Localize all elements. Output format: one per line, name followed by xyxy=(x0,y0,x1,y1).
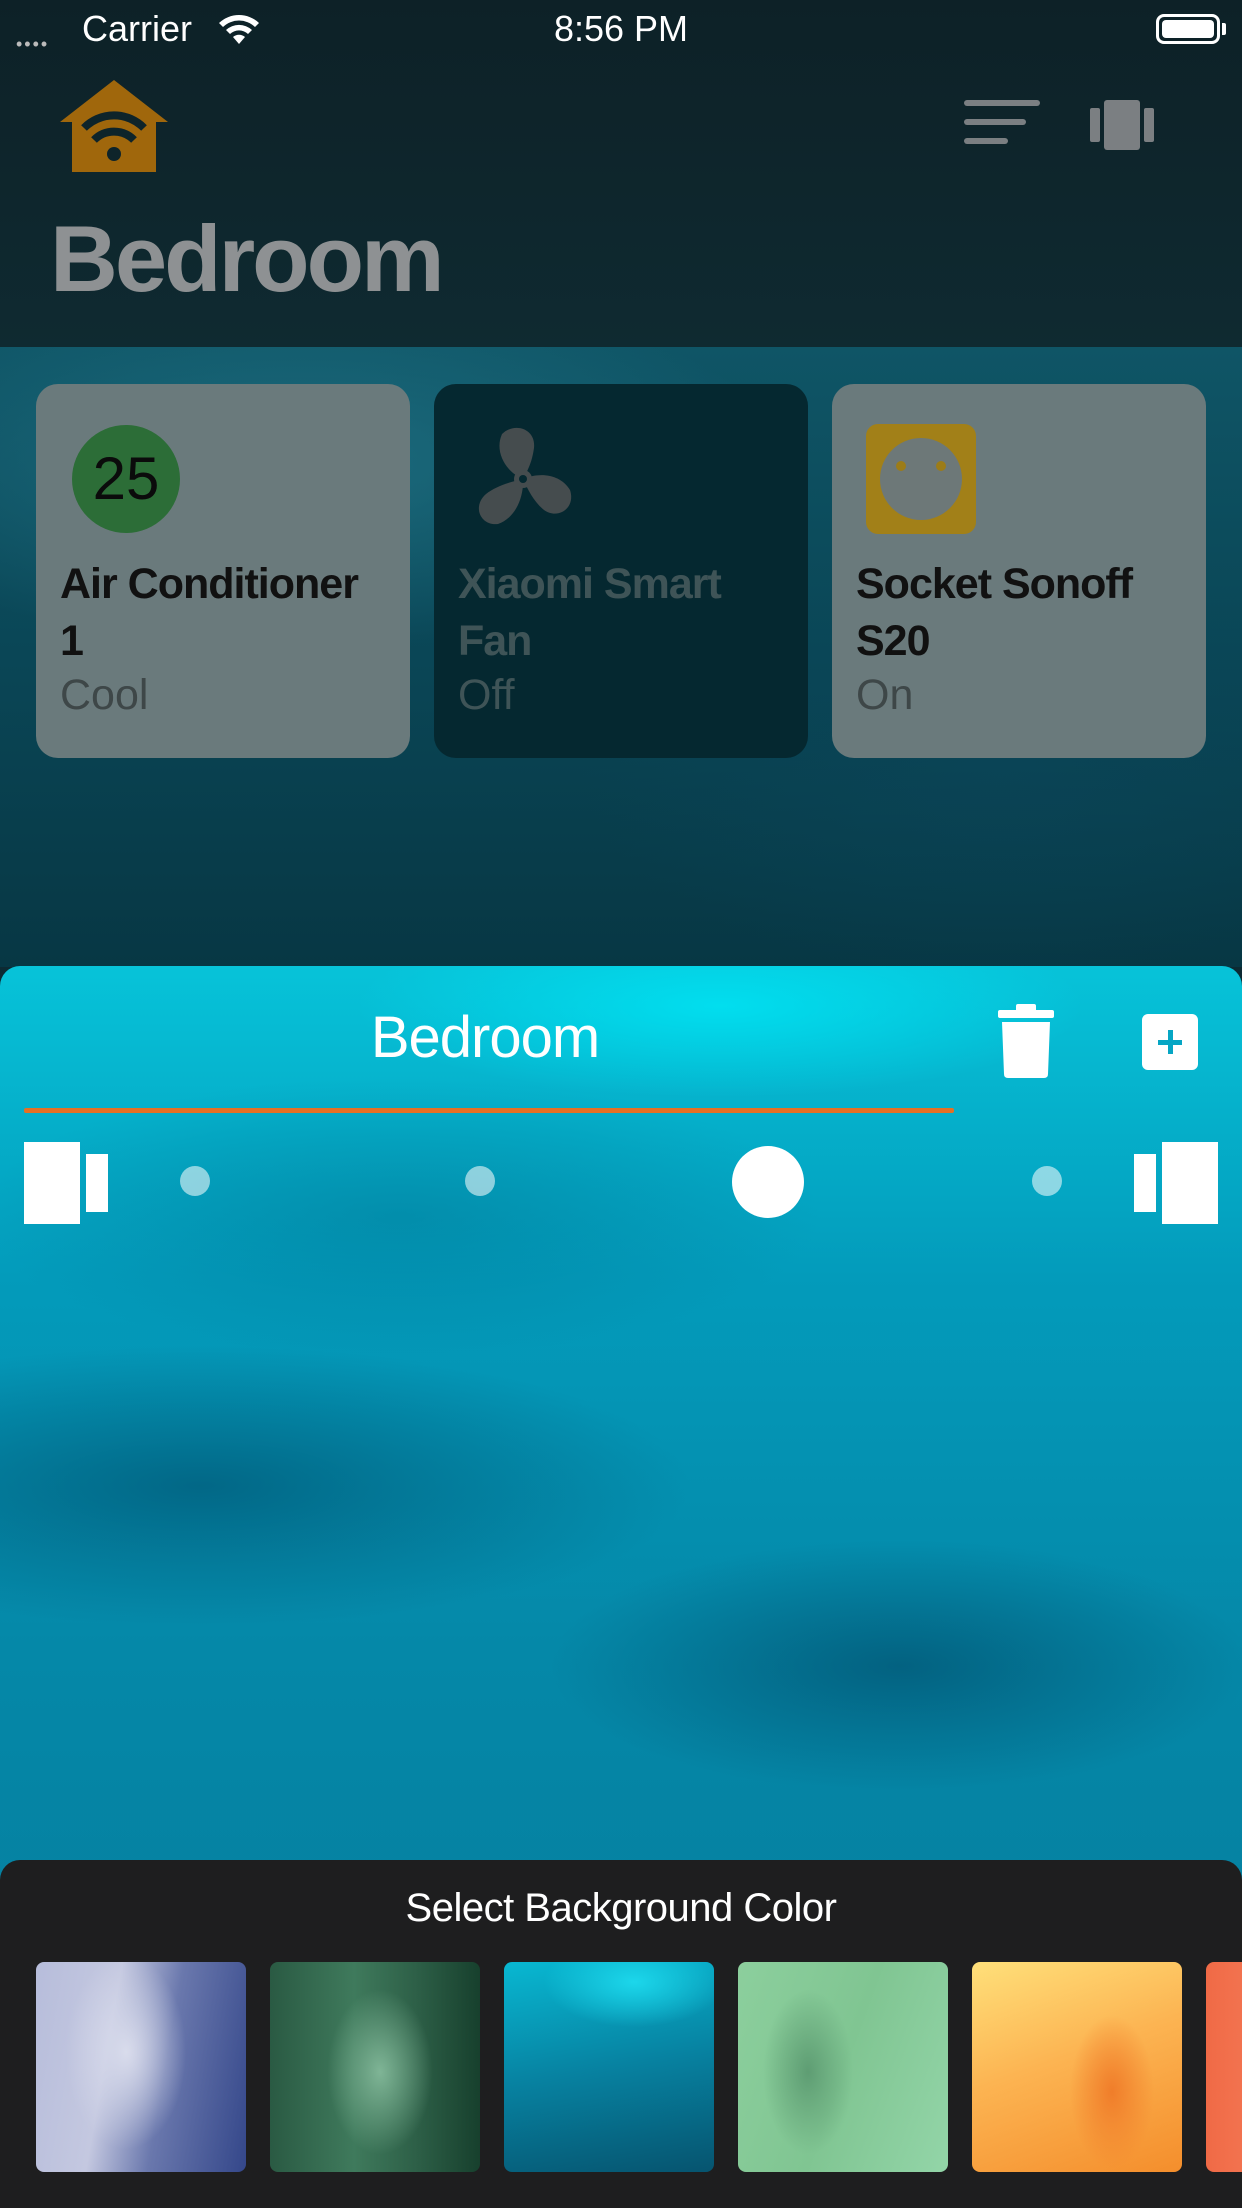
swatch-light-green[interactable] xyxy=(738,1962,948,2172)
add-button[interactable] xyxy=(1142,1014,1198,1070)
battery-tip xyxy=(1222,23,1226,35)
align-right-icon[interactable] xyxy=(1134,1142,1218,1224)
page-dot-2[interactable] xyxy=(465,1166,495,1196)
swatch-teal[interactable] xyxy=(504,1962,714,2172)
device-state: Off xyxy=(458,671,515,719)
page-dot-1[interactable] xyxy=(180,1166,210,1196)
sort-icon[interactable] xyxy=(964,100,1040,152)
socket-icon xyxy=(866,424,976,534)
device-card-fan[interactable]: Xiaomi Smart Fan Off xyxy=(434,384,808,758)
fan-icon xyxy=(478,427,572,525)
room-name-field[interactable]: Bedroom xyxy=(0,1004,970,1071)
device-name: Socket Sonoff S20 xyxy=(856,560,1133,665)
home-wifi-icon[interactable] xyxy=(58,78,170,174)
trash-icon[interactable] xyxy=(998,1004,1054,1078)
swatch-coral[interactable] xyxy=(1206,1962,1242,2172)
device-card-air-conditioner[interactable]: 25 Air Conditioner 1 Cool xyxy=(36,384,410,758)
swatch-dark-green[interactable] xyxy=(270,1962,480,2172)
picker-title: Select Background Color xyxy=(405,1886,837,1930)
status-bar: •••• Carrier 8:56 PM xyxy=(0,0,1242,60)
temperature-badge: 25 xyxy=(72,425,180,533)
device-state: On xyxy=(856,671,914,719)
battery-icon xyxy=(1156,14,1220,44)
page-dot-4[interactable] xyxy=(1032,1166,1062,1196)
clock: 8:56 PM xyxy=(553,8,689,49)
device-card-socket[interactable]: Socket Sonoff S20 On xyxy=(832,384,1206,758)
device-state: Cool xyxy=(60,671,149,719)
page-title: Bedroom xyxy=(50,206,445,311)
device-name: Air Conditioner 1 xyxy=(60,560,359,665)
swatch-blue-cloud[interactable] xyxy=(36,1962,246,2172)
layout-icon[interactable] xyxy=(1090,100,1154,150)
name-underline xyxy=(24,1108,954,1113)
page-dot-3-active[interactable] xyxy=(732,1146,804,1218)
align-left-icon[interactable] xyxy=(24,1142,108,1224)
swatch-orange[interactable] xyxy=(972,1962,1182,2172)
device-name: Xiaomi Smart Fan xyxy=(458,560,722,665)
background-color-picker: Select Background Color xyxy=(0,1860,1242,2208)
